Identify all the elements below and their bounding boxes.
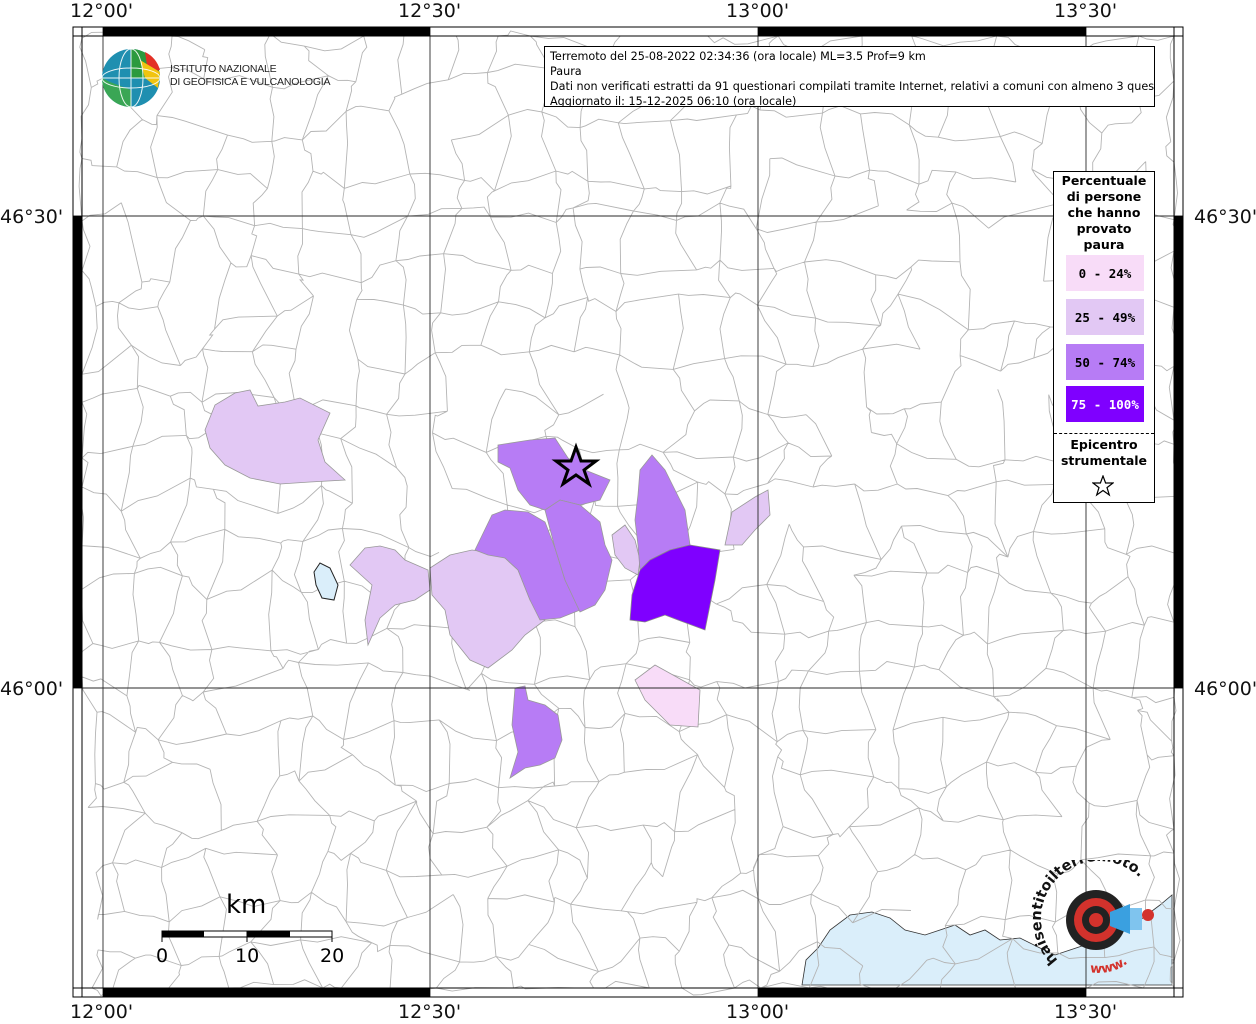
- lon-label-12-30-top: 12°30': [398, 0, 462, 22]
- legend-class-50-74: 50 - 74%: [1066, 344, 1144, 380]
- lon-label-12-00-top: 12°00': [70, 0, 134, 22]
- ingv-line-2: DI GEOFISICA E VULCANOLOGIA: [170, 76, 331, 88]
- scale-tick-10: 10: [235, 945, 260, 967]
- lat-label-46-30-left: 46°30': [0, 206, 64, 228]
- scale-tick-0: 0: [156, 945, 169, 967]
- legend-epicenter-label: Epicentro strumentale: [1060, 437, 1148, 468]
- hst-logo-icon: haisentitoilterremoto.it www.: [1030, 860, 1154, 975]
- legend-class-75-100: 75 - 100%: [1066, 386, 1144, 422]
- lat-label-46-30-right: 46°30': [1194, 206, 1256, 228]
- scale-tick-20: 20: [320, 945, 345, 967]
- lon-label-12-30-bottom: 12°30': [398, 1001, 462, 1023]
- scale-unit-label: km: [226, 890, 267, 920]
- lat-label-46-00-right: 46°00': [1194, 678, 1256, 700]
- legend-class-25-49: 25 - 49%: [1066, 299, 1144, 335]
- event-info-box: Terremoto del 25-08-2022 02:34:36 (ora l…: [544, 46, 1155, 107]
- legend-separator: [1054, 433, 1154, 434]
- hst-logo-www: www.: [1090, 954, 1131, 975]
- lat-label-46-00-left: 46°00': [0, 678, 64, 700]
- lon-label-13-30-top: 13°30': [1054, 0, 1118, 22]
- legend-star-icon: [1092, 475, 1114, 497]
- lon-label-13-30-bottom: 13°30': [1054, 1001, 1118, 1023]
- svg-text:www.: www.: [1090, 954, 1131, 975]
- ingv-logo-icon: [101, 48, 161, 108]
- parameter-line: Paura: [550, 65, 582, 78]
- legend: Percentuale di persone che hanno provato…: [1053, 171, 1155, 503]
- lon-label-13-00-top: 13°00': [726, 0, 790, 22]
- ingv-logo-text: ISTITUTO NAZIONALE DI GEOFISICA E VULCAN…: [170, 63, 331, 89]
- data-note-line: Dati non verificati estratti da 91 quest…: [550, 80, 1155, 93]
- lon-label-12-00-bottom: 12°00': [70, 1001, 134, 1023]
- legend-class-0-24: 0 - 24%: [1066, 255, 1144, 291]
- event-line: Terremoto del 25-08-2022 02:34:36 (ora l…: [550, 50, 926, 63]
- ingv-line-1: ISTITUTO NAZIONALE: [170, 63, 277, 75]
- lon-label-13-00-bottom: 13°00': [726, 1001, 790, 1023]
- updated-line: Aggiornato il: 15-12-2025 06:10 (ora loc…: [550, 95, 797, 107]
- legend-title: Percentuale di persone che hanno provato…: [1061, 173, 1147, 252]
